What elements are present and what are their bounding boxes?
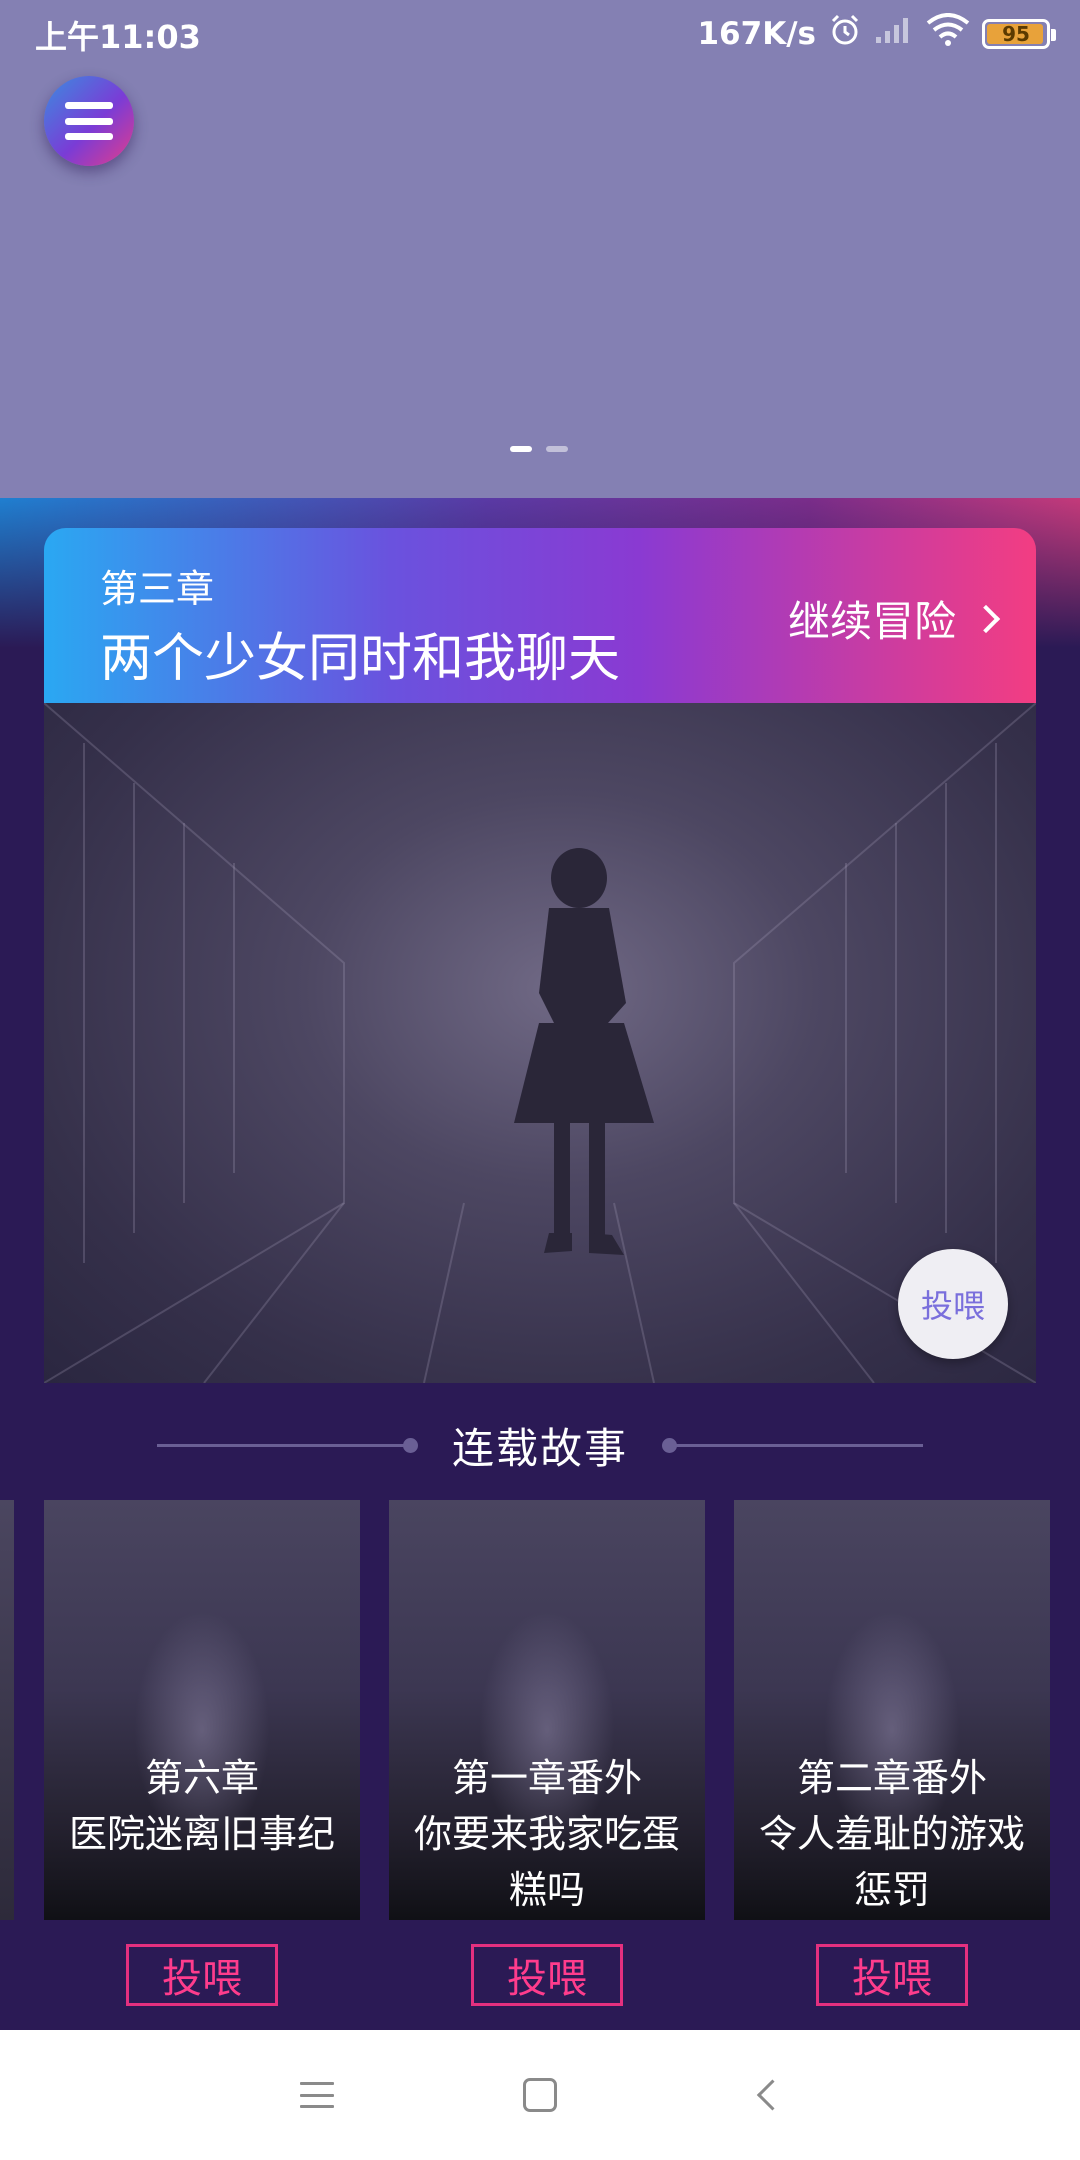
continue-label: 继续冒险 (787, 597, 956, 646)
feed-round-button[interactable]: 投喂 (898, 1249, 1008, 1359)
alley-girl-illustration (44, 703, 1036, 1383)
network-speed: 167K/s (697, 16, 816, 52)
story-carousel[interactable]: 第六章 医院迷离旧事纪 投喂 第一章番外 你要来我家吃蛋糕吗 投喂 第二章番外 … (0, 1500, 1080, 2030)
story-title: 第一章番外 你要来我家吃蛋糕吗 (389, 1750, 705, 1918)
divider-left (156, 1437, 418, 1453)
story-name: 医院迷离旧事纪 (68, 1812, 335, 1856)
continue-adventure-button[interactable]: 继续冒险 (787, 588, 1001, 649)
story-chapter: 第六章 (144, 1756, 259, 1800)
chapter-header[interactable]: 第三章 两个少女同时和我聊天 继续冒险 (44, 528, 1036, 703)
hamburger-icon (65, 102, 113, 140)
back-icon[interactable] (756, 2079, 788, 2111)
story-card-partial[interactable] (0, 1500, 14, 1920)
story-chapter: 第一章番外 (451, 1756, 642, 1800)
battery-level: 95 (1002, 22, 1030, 46)
section-title: 连载故事 (451, 1423, 628, 1473)
status-indicators: 167K/s 95 (697, 12, 1056, 56)
feed-button[interactable]: 投喂 (126, 1944, 278, 2006)
story-thumbnail[interactable]: 第二章番外 令人羞耻的游戏惩罚 (734, 1500, 1050, 1920)
story-title: 第二章番外 令人羞耻的游戏惩罚 (734, 1750, 1050, 1918)
home-icon[interactable] (523, 2078, 557, 2112)
feed-button[interactable]: 投喂 (471, 1944, 623, 2006)
story-card[interactable]: 第一章番外 你要来我家吃蛋糕吗 投喂 (389, 1500, 705, 2030)
chapter-title: 两个少女同时和我聊天 (100, 629, 621, 689)
story-thumbnail[interactable]: 第一章番外 你要来我家吃蛋糕吗 (389, 1500, 705, 1920)
status-time: 上午11:03 (35, 18, 201, 56)
page-dot (546, 446, 568, 452)
menu-button[interactable] (44, 76, 134, 166)
story-chapter: 第二章番外 (796, 1756, 987, 1800)
story-name: 令人羞耻的游戏惩罚 (758, 1812, 1025, 1912)
story-card[interactable]: 第二章番外 令人羞耻的游戏惩罚 投喂 (734, 1500, 1050, 2030)
serialized-stories-heading: 连载故事 (0, 1410, 1080, 1480)
recent-apps-icon[interactable] (300, 2082, 334, 2108)
feed-button[interactable]: 投喂 (816, 1944, 968, 2006)
wifi-icon (926, 13, 970, 55)
divider-right (662, 1437, 923, 1453)
status-bar: 上午11:03 167K/s 95 (0, 0, 1080, 68)
chapter-cover-image[interactable]: 投喂 (44, 703, 1036, 1383)
chapter-number: 第三章 (100, 567, 215, 611)
signal-icon (874, 15, 914, 53)
page-dot-active (510, 446, 532, 452)
battery-icon: 95 (982, 19, 1056, 49)
story-title: 第六章 医院迷离旧事纪 (44, 1750, 360, 1862)
system-navigation-bar (0, 2030, 1080, 2160)
story-card[interactable]: 第六章 医院迷离旧事纪 投喂 (44, 1500, 360, 2030)
top-banner[interactable]: 上午11:03 167K/s 95 (0, 0, 1080, 498)
alarm-icon (828, 13, 862, 55)
chevron-right-icon (971, 604, 1001, 633)
current-chapter-card[interactable]: 第三章 两个少女同时和我聊天 继续冒险 投喂 (44, 528, 1036, 1383)
banner-page-indicator (510, 446, 568, 452)
story-name: 你要来我家吃蛋糕吗 (413, 1812, 680, 1912)
story-thumbnail[interactable]: 第六章 医院迷离旧事纪 (44, 1500, 360, 1920)
